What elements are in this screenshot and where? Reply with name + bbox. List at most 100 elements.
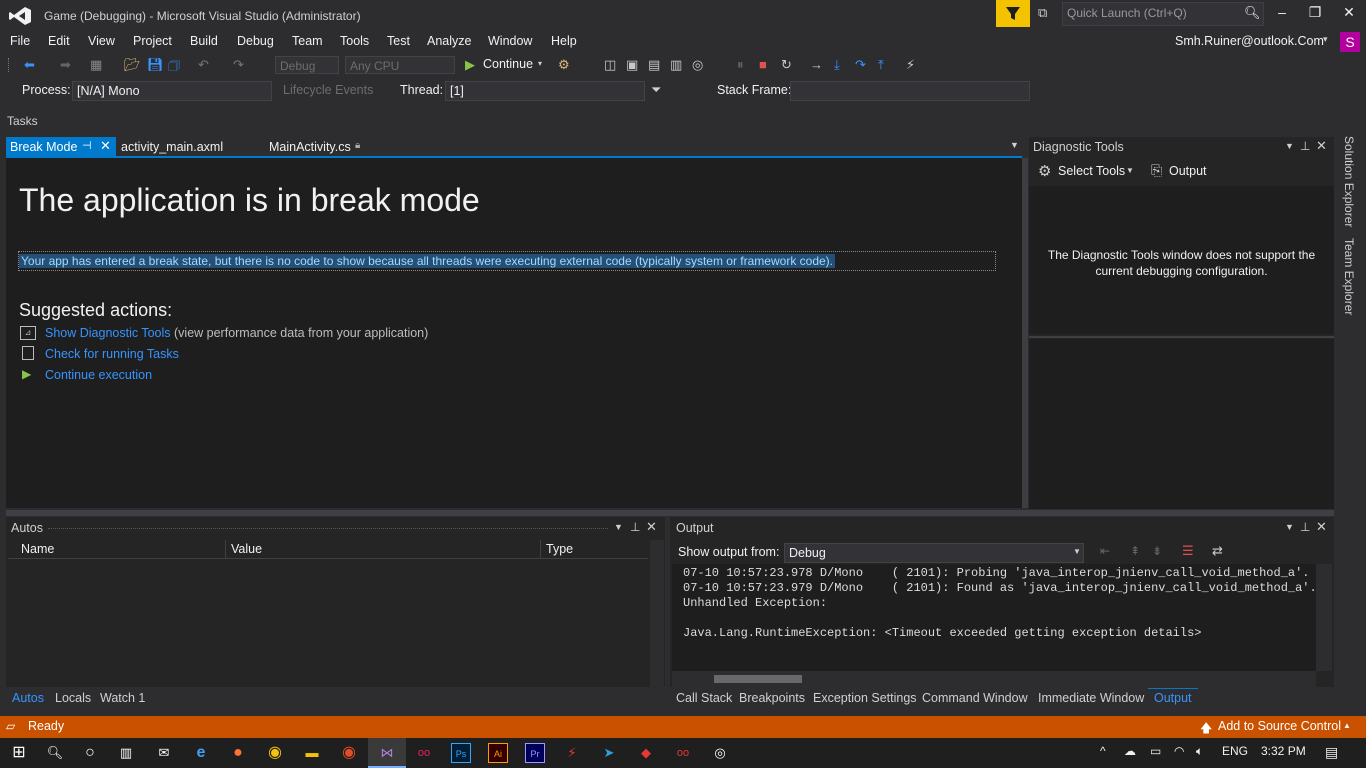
- autos-scrollbar[interactable]: [650, 540, 664, 687]
- tab-activity-main[interactable]: activity_main.axml: [121, 140, 223, 154]
- horizontal-splitter[interactable]: [6, 510, 1334, 516]
- save-icon[interactable]: 💾︎: [147, 57, 164, 73]
- step-out-icon[interactable]: ⤒: [878, 57, 884, 73]
- menu-edit[interactable]: Edit: [48, 34, 70, 48]
- select-tools-button[interactable]: Select Tools: [1058, 164, 1125, 178]
- tab-locals[interactable]: Locals: [55, 691, 91, 705]
- output-hscrollbar[interactable]: [672, 671, 1316, 687]
- minimize-button[interactable]: –: [1267, 4, 1297, 20]
- tab-main-activity[interactable]: MainActivity.cs: [269, 140, 351, 154]
- browse-icon[interactable]: ◫: [604, 57, 616, 73]
- file-explorer-icon[interactable]: ▬: [302, 743, 322, 763]
- cortana-icon[interactable]: ○: [80, 743, 100, 763]
- restart-icon[interactable]: ↻: [781, 57, 792, 73]
- output-text[interactable]: 07-10 10:57:23.978 D/Mono ( 2101): Probi…: [672, 564, 1317, 671]
- camera-icon[interactable]: ▣: [626, 57, 638, 73]
- menu-window[interactable]: Window: [488, 34, 532, 48]
- action-center-icon[interactable]: ▤: [1325, 744, 1338, 761]
- avatar[interactable]: S: [1340, 32, 1360, 52]
- close-panel-icon[interactable]: ✕: [1316, 138, 1327, 154]
- continue-dropdown-icon[interactable]: ▾: [538, 59, 542, 68]
- editor-scrollbar[interactable]: [1022, 158, 1028, 508]
- flash-icon[interactable]: ⚡︎: [562, 743, 582, 763]
- search-icon[interactable]: 🔍︎: [1244, 5, 1261, 21]
- find-message-icon[interactable]: ⇤: [1100, 544, 1110, 558]
- app-icon[interactable]: ◆: [636, 743, 656, 763]
- gear-icon[interactable]: ⚙: [1038, 162, 1051, 180]
- next-message-icon[interactable]: ⇟: [1152, 544, 1162, 558]
- app-icon[interactable]: oo: [414, 743, 434, 763]
- chevron-up-icon[interactable]: ^: [1100, 744, 1106, 758]
- word-wrap-icon[interactable]: ⇄: [1212, 543, 1223, 559]
- diag-output-button[interactable]: Output: [1169, 164, 1207, 178]
- action-label[interactable]: Show Diagnostic Tools: [45, 326, 171, 340]
- add-to-source-control[interactable]: Add to Source Control: [1218, 719, 1341, 733]
- menu-view[interactable]: View: [88, 34, 115, 48]
- search-icon[interactable]: 🔍︎: [45, 743, 65, 763]
- menu-analyze[interactable]: Analyze: [427, 34, 471, 48]
- telegram-icon[interactable]: ➤: [599, 743, 619, 763]
- save-all-icon[interactable]: 🗇︎: [168, 57, 180, 79]
- clock[interactable]: 3:32 PM: [1261, 744, 1306, 758]
- menu-file[interactable]: File: [10, 34, 30, 48]
- cloud-icon[interactable]: ☁: [1124, 744, 1136, 758]
- pause-icon[interactable]: ⏸︎: [737, 57, 744, 73]
- edge-icon[interactable]: e: [191, 743, 211, 763]
- illustrator-icon[interactable]: Ai: [488, 743, 508, 763]
- panel-dropdown-icon[interactable]: ▼: [1285, 141, 1294, 151]
- chrome-icon[interactable]: ◉: [265, 743, 285, 763]
- menu-team[interactable]: Team: [292, 34, 323, 48]
- visual-studio-icon[interactable]: ⋈: [377, 743, 397, 763]
- tab-exception-settings[interactable]: Exception Settings: [813, 691, 917, 705]
- output-vscrollbar[interactable]: [1316, 564, 1332, 671]
- output-source-select[interactable]: Debug: [784, 543, 1084, 563]
- column-name[interactable]: Name: [21, 542, 54, 556]
- column-divider[interactable]: [225, 540, 226, 558]
- tab-call-stack[interactable]: Call Stack: [676, 691, 732, 705]
- panel-dropdown-icon[interactable]: ▼: [614, 522, 623, 532]
- image-icon[interactable]: ▤: [648, 57, 660, 73]
- configuration-select[interactable]: Debug: [275, 56, 339, 74]
- scroll-thumb[interactable]: [714, 675, 802, 683]
- column-value[interactable]: Value: [231, 542, 262, 556]
- column-divider[interactable]: [540, 540, 541, 558]
- thread-select[interactable]: [1]: [445, 81, 645, 101]
- tab-watch-1[interactable]: Watch 1: [100, 691, 145, 705]
- team-explorer-tab[interactable]: Team Explorer: [1342, 238, 1356, 315]
- photoshop-icon[interactable]: Ps: [451, 743, 471, 763]
- close-tab-icon[interactable]: ✕: [100, 138, 111, 154]
- show-next-statement-icon[interactable]: →: [810, 57, 823, 72]
- tasks-label[interactable]: Tasks: [7, 114, 38, 128]
- pin-icon[interactable]: ⊥: [630, 520, 640, 534]
- solution-explorer-tab[interactable]: Solution Explorer: [1342, 136, 1356, 227]
- column-type[interactable]: Type: [546, 542, 573, 556]
- stack-frame-select[interactable]: [790, 81, 1030, 101]
- open-file-icon[interactable]: 📂︎: [124, 57, 141, 73]
- show-diagnostic-tools-link[interactable]: Show Diagnostic Tools (view performance …: [45, 326, 428, 340]
- attach-process-icon[interactable]: ⚙: [558, 57, 570, 73]
- maximize-button[interactable]: ❐: [1300, 4, 1330, 21]
- tab-output[interactable]: Output: [1154, 691, 1192, 705]
- app-icon[interactable]: oo: [673, 743, 693, 763]
- panel-dropdown-icon[interactable]: ▼: [1285, 522, 1294, 532]
- close-button[interactable]: ✕: [1334, 4, 1364, 21]
- close-panel-icon[interactable]: ✕: [646, 519, 657, 535]
- language-indicator[interactable]: ENG: [1222, 744, 1248, 758]
- forward-icon[interactable]: ➡: [60, 57, 71, 73]
- clear-all-icon[interactable]: ☰: [1182, 543, 1194, 559]
- new-project-icon[interactable]: ▦: [90, 57, 102, 73]
- firefox-icon[interactable]: ●: [228, 743, 248, 763]
- premiere-icon[interactable]: Pr: [525, 743, 545, 763]
- tab-immediate-window[interactable]: Immediate Window: [1038, 691, 1144, 705]
- volume-icon[interactable]: 🔈︎: [1196, 744, 1203, 759]
- battery-icon[interactable]: ▭: [1150, 744, 1161, 758]
- pin-icon[interactable]: ⊥: [1300, 520, 1310, 534]
- tab-breakpoints[interactable]: Breakpoints: [739, 691, 805, 705]
- step-into-icon[interactable]: ⤓: [834, 57, 840, 73]
- menu-build[interactable]: Build: [190, 34, 218, 48]
- task-view-icon[interactable]: ▥: [116, 743, 136, 763]
- continue-execution-link[interactable]: Continue execution: [45, 368, 152, 382]
- account-dropdown-icon[interactable]: ▾: [1323, 34, 1328, 45]
- media-player-icon[interactable]: ◉: [339, 743, 359, 763]
- filter-icon[interactable]: ⏷: [651, 82, 661, 98]
